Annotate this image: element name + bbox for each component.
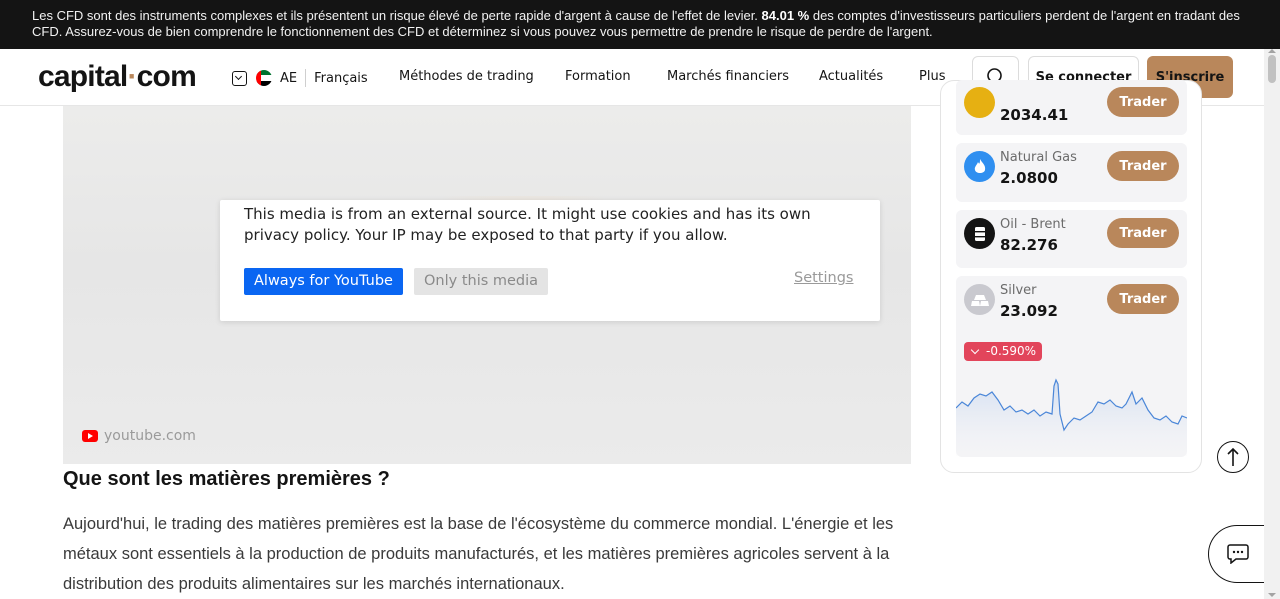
youtube-icon: [82, 430, 98, 442]
scrollbar-thumb[interactable]: [1268, 55, 1276, 83]
scroll-down-arrow-icon[interactable]: [1268, 593, 1276, 597]
flame-icon: [964, 151, 995, 182]
nav-trading-methods[interactable]: Méthodes de trading: [399, 69, 534, 84]
uae-flag-icon: [256, 70, 272, 86]
video-embed[interactable]: This media is from an external source. I…: [63, 106, 911, 464]
video-source: youtube.com: [82, 428, 196, 444]
chevron-down-icon: [970, 345, 980, 355]
asset-price: 2034.41: [1000, 106, 1069, 124]
asset-name: Natural Gas: [1000, 150, 1077, 165]
nav-more[interactable]: Plus: [919, 69, 945, 84]
trade-button[interactable]: Trader: [1107, 218, 1179, 248]
gold-icon: [964, 87, 995, 118]
asset-name: Oil - Brent: [1000, 217, 1066, 232]
oil-barrel-icon: [964, 218, 995, 249]
consent-message: This media is from an external source. I…: [244, 205, 811, 244]
sparkline-area: [956, 380, 1187, 456]
region-code[interactable]: AE: [280, 71, 297, 86]
capital-com-logo[interactable]: capital·com: [38, 60, 197, 94]
always-allow-youtube-button[interactable]: Always for YouTube: [244, 268, 403, 295]
section-heading: Que sont les matières premières ?: [63, 468, 390, 490]
price-change-value: -0.590%: [986, 344, 1037, 358]
risk-percent: 84.01 %: [761, 8, 810, 23]
chat-bubble-icon: [1227, 544, 1249, 564]
page-scrollbar[interactable]: [1264, 49, 1280, 599]
chevron-down-icon[interactable]: [232, 70, 247, 86]
language-name[interactable]: Français: [314, 71, 368, 86]
consent-settings-link[interactable]: Settings: [794, 270, 853, 286]
silver-sparkline-chart: [956, 378, 1187, 456]
language-selector[interactable]: AE Français: [232, 68, 368, 88]
arrow-up-icon: [1227, 447, 1239, 466]
trade-button[interactable]: Trader: [1107, 151, 1179, 181]
risk-warning-banner: Les CFD sont des instruments complexes e…: [0, 0, 1280, 49]
scroll-to-top-button[interactable]: [1217, 441, 1249, 473]
price-change-badge: -0.590%: [964, 342, 1043, 361]
asset-card-natural-gas[interactable]: Natural Gas 2.0800 Trader: [956, 143, 1187, 202]
asset-price: 23.092: [1000, 302, 1058, 320]
divider: [305, 69, 307, 87]
scroll-up-arrow-icon[interactable]: [1268, 49, 1276, 53]
asset-price: 82.276: [1000, 236, 1058, 254]
asset-card-gold[interactable]: 2034.41 Trader: [956, 80, 1187, 135]
video-source-label: youtube.com: [104, 428, 196, 444]
nav-news[interactable]: Actualités: [819, 69, 883, 84]
trade-button[interactable]: Trader: [1107, 284, 1179, 314]
silver-bars-icon: [964, 284, 995, 315]
nav-education[interactable]: Formation: [565, 69, 631, 84]
risk-text-before: Les CFD sont des instruments complexes e…: [32, 8, 762, 23]
asset-card-oil-brent[interactable]: Oil - Brent 82.276 Trader: [956, 210, 1187, 268]
section-paragraph: Aujourd'hui, le trading des matières pre…: [63, 515, 894, 593]
only-this-media-button[interactable]: Only this media: [414, 268, 549, 295]
media-consent-dialog: This media is from an external source. I…: [220, 200, 880, 321]
trade-button[interactable]: Trader: [1107, 87, 1179, 117]
asset-price: 2.0800: [1000, 169, 1058, 187]
nav-markets[interactable]: Marchés financiers: [667, 69, 789, 84]
asset-name: Silver: [1000, 283, 1037, 298]
